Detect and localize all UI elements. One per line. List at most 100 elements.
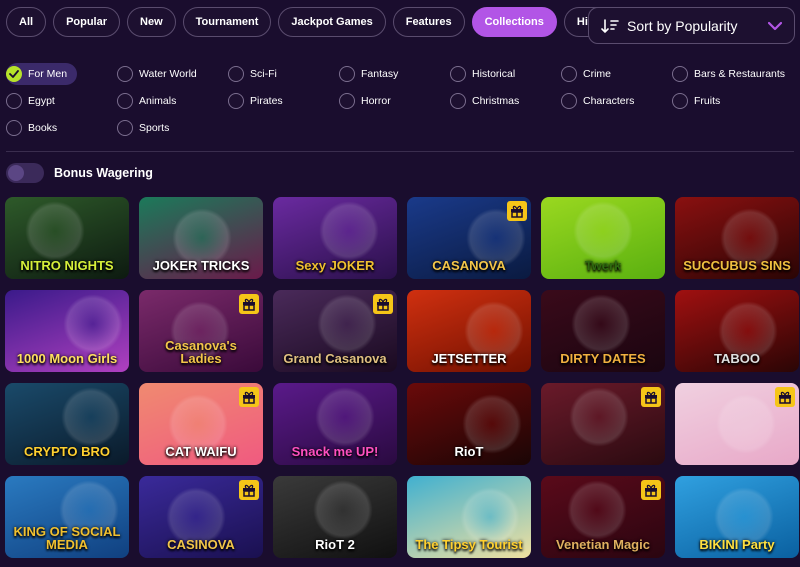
checkbox-icon[interactable] xyxy=(561,92,577,109)
sort-label: Sort by Popularity xyxy=(627,17,738,34)
collection-label: Egypt xyxy=(28,94,55,107)
gift-icon xyxy=(775,387,795,407)
game-card-dirty-dates[interactable]: DIRTY DATES xyxy=(541,290,665,372)
checkbox-icon[interactable] xyxy=(117,92,133,109)
game-card-game-18[interactable] xyxy=(675,383,799,465)
checkbox-icon[interactable] xyxy=(117,65,133,82)
collection-label: Books xyxy=(28,121,58,134)
game-card-venetian-magic[interactable]: Venetian Magic xyxy=(541,476,665,558)
collection-label: Horror xyxy=(361,94,391,107)
game-card-the-tipsy-tourist[interactable]: The Tipsy Tourist xyxy=(407,476,531,558)
game-title: RioT xyxy=(454,444,484,460)
game-title: CASINOVA xyxy=(167,537,235,553)
game-card-riot[interactable]: RioT xyxy=(407,383,531,465)
checkbox-icon[interactable] xyxy=(339,92,355,109)
gift-icon xyxy=(373,294,393,314)
game-card-casanova-s-ladies[interactable]: Casanova's Ladies xyxy=(139,290,263,372)
game-title: Venetian Magic xyxy=(556,537,650,553)
checkbox-icon[interactable] xyxy=(6,119,22,136)
game-card-sexy-joker[interactable]: Sexy JOKER xyxy=(273,197,397,279)
game-title: KING OF SOCIAL MEDIA xyxy=(13,523,121,553)
collection-label: Animals xyxy=(139,94,177,107)
game-card-joker-tricks[interactable]: JOKER TRICKS xyxy=(139,197,263,279)
game-title: JETSETTER xyxy=(431,351,507,367)
game-art xyxy=(315,387,375,447)
sort-dropdown[interactable]: Sort by Popularity xyxy=(588,7,795,44)
collection-sports[interactable]: Sports xyxy=(117,117,228,139)
collection-pirates[interactable]: Pirates xyxy=(228,90,339,112)
game-art xyxy=(61,387,121,447)
collection-label: Crime xyxy=(583,67,611,80)
game-title: CAT WAIFU xyxy=(165,444,237,460)
checkbox-icon[interactable] xyxy=(228,92,244,109)
game-card-jetsetter[interactable]: JETSETTER xyxy=(407,290,531,372)
collection-for-men[interactable]: For Men xyxy=(6,62,78,85)
game-title: CRYPTO BRO xyxy=(24,444,110,460)
tab-all[interactable]: All xyxy=(6,7,47,37)
checkbox-icon[interactable] xyxy=(450,92,466,109)
collection-crime[interactable]: Crime xyxy=(561,63,672,85)
tab-features[interactable]: Features xyxy=(392,7,465,37)
collections-filter: For Men Water World Sci-Fi Fantasy Historica… xyxy=(6,60,785,141)
game-card-crypto-bro[interactable]: CRYPTO BRO xyxy=(5,383,129,465)
game-title: TABOO xyxy=(714,351,760,367)
collection-label: Characters xyxy=(583,94,635,107)
game-card-nitro-nights[interactable]: NITRO NIGHTS xyxy=(5,197,129,279)
checkbox-icon[interactable] xyxy=(339,65,355,82)
collection-label: Fantasy xyxy=(361,67,399,80)
game-card-game-17[interactable] xyxy=(541,383,665,465)
checkbox-icon[interactable] xyxy=(6,92,22,109)
game-card-twerk[interactable]: Twerk xyxy=(541,197,665,279)
game-title: RioT 2 xyxy=(315,537,355,553)
game-card-king-of-social-media[interactable]: KING OF SOCIAL MEDIA xyxy=(5,476,129,558)
toggle-switch[interactable] xyxy=(6,163,44,183)
game-card-bikini-party[interactable]: BIKINI Party xyxy=(675,476,799,558)
gift-icon xyxy=(239,387,259,407)
collection-label: Sci-Fi xyxy=(250,67,277,80)
collection-christmas[interactable]: Christmas xyxy=(450,90,561,112)
game-card-taboo[interactable]: TABOO xyxy=(675,290,799,372)
game-art xyxy=(319,201,379,261)
game-title: Casanova's Ladies xyxy=(165,337,237,367)
tab-popular[interactable]: Popular xyxy=(53,7,121,37)
game-card-cat-waifu[interactable]: CAT WAIFU xyxy=(139,383,263,465)
divider xyxy=(6,151,794,152)
collection-horror[interactable]: Horror xyxy=(339,90,450,112)
collection-historical[interactable]: Historical xyxy=(450,63,561,85)
tab-tournament[interactable]: Tournament xyxy=(182,7,272,37)
bonus-wagering-toggle[interactable]: Bonus Wagering xyxy=(6,163,153,183)
collection-water-world[interactable]: Water World xyxy=(117,63,228,85)
checkbox-icon[interactable] xyxy=(117,119,133,136)
collection-fantasy[interactable]: Fantasy xyxy=(339,63,450,85)
collection-label: Pirates xyxy=(250,94,283,107)
tab-new[interactable]: New xyxy=(127,7,176,37)
game-title: BIKINI Party xyxy=(699,537,775,553)
checkbox-icon[interactable] xyxy=(228,65,244,82)
collection-bars-restaurants[interactable]: Bars & Restaurants xyxy=(672,63,785,85)
game-card-riot-2[interactable]: RioT 2 xyxy=(273,476,397,558)
game-card-grand-casanova[interactable]: Grand Casanova xyxy=(273,290,397,372)
checkbox-icon[interactable] xyxy=(672,65,688,82)
game-card-1000-moon-girls[interactable]: 1000 Moon Girls xyxy=(5,290,129,372)
collection-characters[interactable]: Characters xyxy=(561,90,672,112)
collection-sci-fi[interactable]: Sci-Fi xyxy=(228,63,339,85)
gift-icon xyxy=(239,480,259,500)
checkbox-icon[interactable] xyxy=(672,92,688,109)
game-title: Grand Casanova xyxy=(283,351,387,367)
game-card-snack-me-up[interactable]: Snack me UP! xyxy=(273,383,397,465)
sort-icon xyxy=(601,18,619,34)
game-card-casanova[interactable]: CASANOVA xyxy=(407,197,531,279)
tab-collections[interactable]: Collections xyxy=(471,7,557,37)
checkbox-icon[interactable] xyxy=(561,65,577,82)
tab-jackpot-games[interactable]: Jackpot Games xyxy=(278,7,386,37)
collection-animals[interactable]: Animals xyxy=(117,90,228,112)
checkbox-icon[interactable] xyxy=(450,65,466,82)
game-card-succubus-sins[interactable]: SUCCUBUS SINS xyxy=(675,197,799,279)
game-art xyxy=(571,294,631,354)
checkbox-checked-icon[interactable] xyxy=(6,65,22,82)
game-art xyxy=(25,201,85,261)
collection-books[interactable]: Books xyxy=(6,117,117,139)
collection-egypt[interactable]: Egypt xyxy=(6,90,117,112)
collection-fruits[interactable]: Fruits xyxy=(672,90,783,112)
game-card-casinova[interactable]: CASINOVA xyxy=(139,476,263,558)
